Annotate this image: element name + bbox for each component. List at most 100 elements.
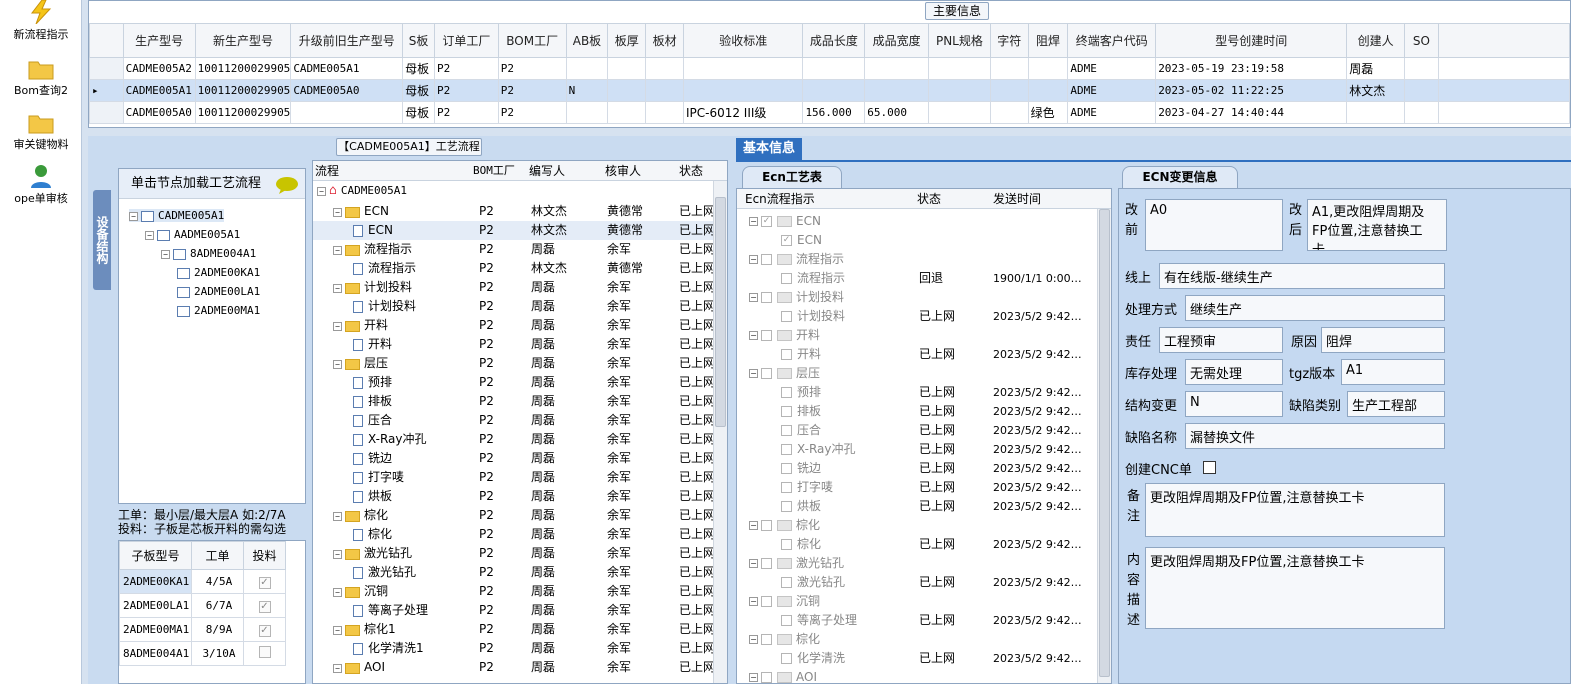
column-header[interactable]: BOM工厂 xyxy=(473,161,515,181)
table-cell[interactable] xyxy=(565,101,609,124)
table-cell[interactable]: 2023-05-02 11:22:25 xyxy=(1155,79,1348,102)
ecn-checkbox[interactable]: ✓ xyxy=(781,235,792,246)
ecn-row[interactable]: 预排 已上网 2023/5/2 9:42… xyxy=(737,383,1097,402)
table-cell[interactable]: P2 xyxy=(434,57,499,80)
feed-checkbox-cell[interactable]: ✓ xyxy=(243,569,286,594)
table-cell[interactable]: 4/5A xyxy=(191,569,244,594)
reason-field[interactable]: 阻焊 xyxy=(1321,327,1445,353)
column-header[interactable]: 板材 xyxy=(645,23,684,58)
feed-checkbox[interactable]: ✓ xyxy=(258,577,271,589)
table-cell[interactable]: 2ADME00KA1 xyxy=(119,569,192,594)
flow-row[interactable]: 流程指示 P2 林文杰 黄德常 已上网 xyxy=(313,259,713,278)
collapse-icon[interactable]: − xyxy=(333,625,342,635)
table-cell[interactable]: 林文杰 xyxy=(1346,79,1405,102)
tree-node[interactable]: 2ADME00MA1 xyxy=(177,304,260,317)
flow-row[interactable]: − 棕化1 P2 周磊 余军 已上网 xyxy=(313,620,713,639)
table-cell[interactable] xyxy=(928,57,991,80)
collapse-icon[interactable]: − xyxy=(333,283,342,293)
collapse-icon[interactable]: − xyxy=(333,321,342,331)
column-header[interactable]: 创建人 xyxy=(1346,23,1405,58)
table-cell[interactable] xyxy=(565,57,609,80)
tab-device-structure[interactable]: 设备结构 xyxy=(93,190,111,290)
table-cell[interactable]: 2023-04-27 14:40:44 xyxy=(1155,101,1348,124)
flow-row[interactable]: 铣边 P2 周磊 余军 已上网 xyxy=(313,449,713,468)
ecn-row[interactable]: − 棕化 xyxy=(737,516,1097,535)
table-cell[interactable]: CADME005A0 xyxy=(122,101,196,124)
table-cell[interactable]: 2ADME00LA1 xyxy=(119,593,192,618)
ecn-row[interactable]: X-Ray冲孔 已上网 2023/5/2 9:42… xyxy=(737,440,1097,459)
ecn-row[interactable]: 铣边 已上网 2023/5/2 9:42… xyxy=(737,459,1097,478)
ecn-row[interactable]: − 流程指示 xyxy=(737,250,1097,269)
collapse-icon[interactable]: − xyxy=(749,369,758,378)
table-cell[interactable]: ADME xyxy=(1067,101,1157,124)
ecn-checkbox[interactable] xyxy=(781,653,792,664)
ecn-row[interactable]: − 开料 xyxy=(737,326,1097,345)
table-cell[interactable]: 周磊 xyxy=(1346,57,1405,80)
table-cell[interactable]: 2ADME00MA1 xyxy=(119,617,192,642)
table-cell[interactable]: 8/9A xyxy=(191,617,244,642)
ecn-checkbox[interactable] xyxy=(781,577,792,588)
table-row[interactable]: CADME005A0 10011200029905 母板 P2 P2 IPC-6012 I… xyxy=(89,101,1571,124)
ecn-checkbox[interactable] xyxy=(781,387,792,398)
nav-key-material[interactable]: 审关键物料 xyxy=(0,110,82,152)
column-header[interactable]: 生产型号 xyxy=(122,23,196,58)
table-cell[interactable] xyxy=(802,57,866,80)
table-cell[interactable]: P2 xyxy=(434,79,499,102)
table-cell[interactable]: 156.000 xyxy=(802,101,866,124)
table-cell[interactable]: P2 xyxy=(497,79,567,102)
ecn-checkbox[interactable] xyxy=(761,596,772,607)
table-cell[interactable] xyxy=(1027,57,1069,80)
table-cell[interactable]: 绿色 xyxy=(1027,101,1069,124)
collapse-icon[interactable]: − xyxy=(749,331,758,340)
feed-checkbox[interactable]: ✓ xyxy=(258,625,271,637)
content-field[interactable]: 更改阻焊周期及FP位置,注意替换工卡 xyxy=(1145,547,1445,629)
collapse-icon[interactable]: − xyxy=(333,359,342,369)
ecn-row[interactable]: 打字唛 已上网 2023/5/2 9:42… xyxy=(737,478,1097,497)
flow-row[interactable]: − AOI P2 周磊 余军 已上网 xyxy=(313,658,713,677)
collapse-icon[interactable]: − xyxy=(749,255,758,264)
collapse-icon[interactable]: − xyxy=(749,597,758,606)
feed-checkbox[interactable]: ✓ xyxy=(258,601,271,613)
method-field[interactable]: 继续生产 xyxy=(1185,295,1445,321)
ecn-checkbox[interactable] xyxy=(761,254,772,265)
ecn-row[interactable]: 化学清洗 已上网 2023/5/2 9:42… xyxy=(737,649,1097,668)
ecn-checkbox[interactable] xyxy=(781,444,792,455)
column-header[interactable]: 投料 xyxy=(243,541,286,570)
ecn-checkbox[interactable] xyxy=(781,349,792,360)
column-header[interactable]: 成品宽度 xyxy=(864,23,930,58)
ecn-row[interactable]: − 激光钻孔 xyxy=(737,554,1097,573)
ecn-row[interactable]: − 计划投料 xyxy=(737,288,1097,307)
column-header[interactable]: 发送时间 xyxy=(993,189,1041,209)
defect-name-field[interactable]: 漏替换文件 xyxy=(1185,423,1445,449)
ecn-checkbox[interactable] xyxy=(781,501,792,512)
table-cell[interactable] xyxy=(989,79,1029,102)
table-cell[interactable] xyxy=(645,101,684,124)
column-header[interactable]: 阻焊 xyxy=(1027,23,1069,58)
ecn-checkbox[interactable] xyxy=(781,273,792,284)
table-cell[interactable] xyxy=(1403,79,1439,102)
flow-row[interactable]: 计划投料 P2 周磊 余军 已上网 xyxy=(313,297,713,316)
collapse-icon[interactable]: − xyxy=(749,521,758,530)
after-field[interactable]: A1,更改阻焊周期及FP位置,注意替换工卡 xyxy=(1307,199,1447,251)
ecn-checkbox[interactable] xyxy=(781,406,792,417)
ecn-row[interactable]: 等离子处理 已上网 2023/5/2 9:42… xyxy=(737,611,1097,630)
collapse-icon[interactable]: − xyxy=(749,673,758,682)
collapse-icon[interactable]: − xyxy=(333,663,342,673)
tree-node[interactable]: − 8ADME004A1 xyxy=(161,247,256,260)
ecn-checkbox[interactable] xyxy=(781,615,792,626)
flow-row[interactable]: 激光钻孔 P2 周磊 余军 已上网 xyxy=(313,563,713,582)
ecn-checkbox[interactable] xyxy=(781,539,792,550)
ecn-row[interactable]: 激光钻孔 已上网 2023/5/2 9:42… xyxy=(737,573,1097,592)
feed-checkbox-cell[interactable]: ✓ xyxy=(243,617,286,642)
resp-field[interactable]: 工程预审 xyxy=(1159,327,1283,353)
table-cell[interactable] xyxy=(645,57,684,80)
online-field[interactable]: 有在线版-继续生产 xyxy=(1159,263,1445,289)
collapse-icon[interactable]: − xyxy=(317,186,326,196)
tab-basic-info[interactable]: 基本信息 xyxy=(736,138,802,160)
flow-row[interactable]: 排板 P2 周磊 余军 已上网 xyxy=(313,392,713,411)
table-row[interactable]: CADME005A2 10011200029905 CADME005A1 母板 P2 P2… xyxy=(89,57,1571,80)
before-field[interactable]: A0 xyxy=(1145,199,1283,251)
table-cell[interactable]: ADME xyxy=(1067,79,1157,102)
table-cell[interactable] xyxy=(682,79,804,102)
ecn-row[interactable]: 开料 已上网 2023/5/2 9:42… xyxy=(737,345,1097,364)
